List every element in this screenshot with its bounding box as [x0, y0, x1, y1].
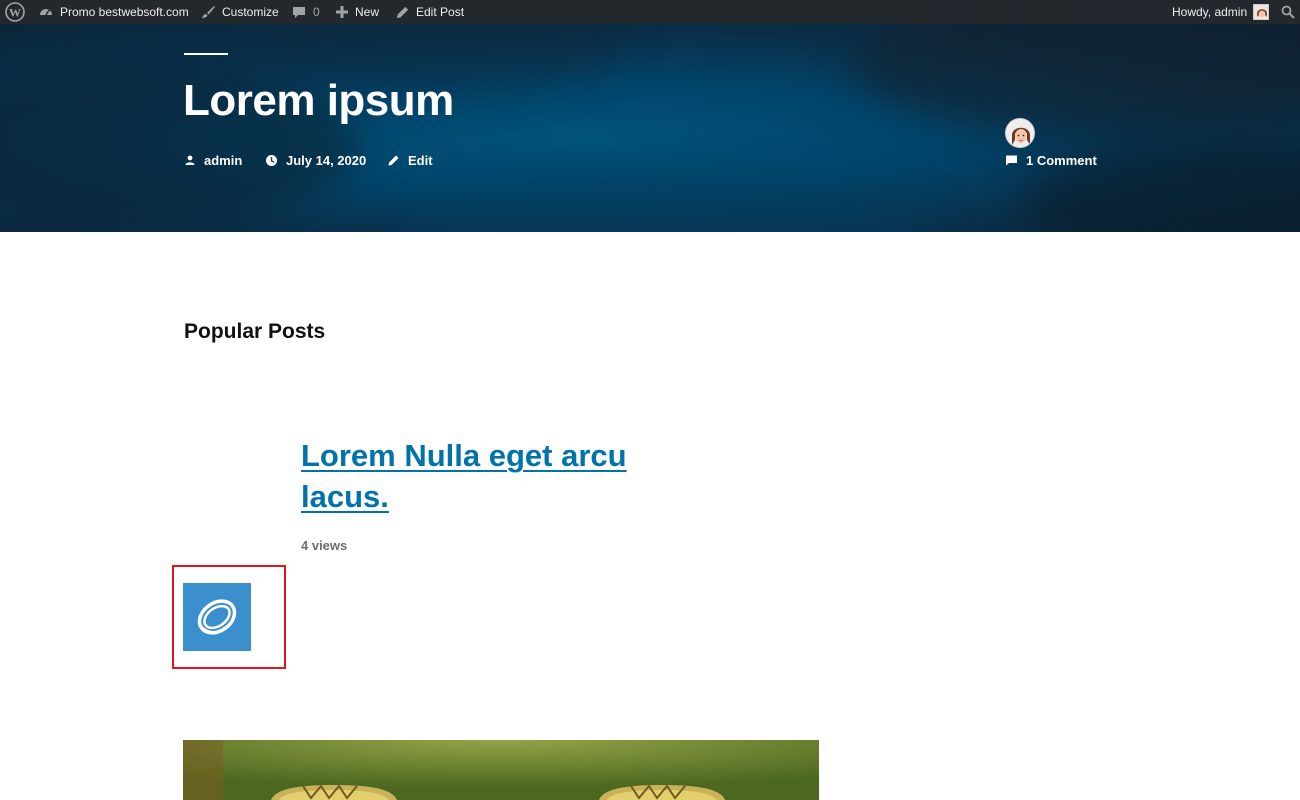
plus-icon — [335, 5, 349, 19]
featured-image — [183, 740, 819, 800]
clock-icon — [266, 154, 277, 166]
popular-post-views: 4 views — [301, 538, 348, 553]
title-rule — [184, 53, 228, 55]
admin-bar: W Promo bestwebsoft.com Customize 0 New … — [0, 0, 1300, 24]
customize-label: Customize — [222, 5, 279, 19]
comments-link[interactable]: 0 — [291, 0, 320, 24]
popular-posts-heading: Popular Posts — [184, 320, 326, 343]
bestwebsoft-logo-icon — [197, 599, 237, 635]
post-date[interactable]: July 14, 2020 — [265, 150, 366, 170]
site-name-link[interactable]: Promo bestwebsoft.com — [38, 0, 189, 24]
howdy-label: Howdy, admin — [1172, 5, 1248, 19]
customize-link[interactable]: Customize — [200, 0, 279, 24]
comment-icon — [1006, 155, 1017, 166]
comment-bubble-icon — [291, 4, 307, 20]
post-edit-link[interactable]: Edit — [387, 150, 433, 170]
wordpress-logo-icon[interactable]: W — [5, 0, 25, 24]
post-author[interactable]: admin — [184, 150, 242, 170]
edit-post-link[interactable]: Edit Post — [395, 0, 464, 24]
post-date-text: July 14, 2020 — [286, 152, 367, 168]
my-account-link[interactable]: Howdy, admin — [1172, 0, 1270, 24]
post-edit-label: Edit — [408, 152, 433, 168]
popular-post-title-link[interactable]: Lorem Nulla eget arcu lacus. — [301, 435, 721, 517]
paintbrush-icon — [200, 4, 216, 20]
dashboard-icon — [38, 4, 54, 20]
author-avatar — [1005, 118, 1035, 148]
pencil-icon — [388, 155, 399, 165]
pencil-icon — [395, 5, 410, 20]
admin-avatar-small — [1253, 4, 1270, 20]
post-comments-link[interactable]: 1 Comment — [1005, 150, 1097, 170]
person-icon — [185, 155, 195, 165]
new-content-link[interactable]: New — [335, 0, 379, 24]
svg-text:W: W — [9, 6, 21, 20]
post-header-cover: Lorem ipsum admin July 14, 2020 Edit 1 C… — [0, 24, 1300, 232]
post-thumbnail-logo[interactable] — [183, 583, 251, 651]
edit-post-label: Edit Post — [416, 5, 465, 19]
post-author-name: admin — [204, 152, 243, 168]
new-label: New — [355, 5, 380, 19]
post-comments-label: 1 Comment — [1026, 152, 1097, 168]
search-icon[interactable] — [1281, 0, 1295, 24]
site-name-label: Promo bestwebsoft.com — [60, 5, 189, 19]
post-title: Lorem ipsum — [183, 76, 454, 125]
comments-count: 0 — [313, 5, 320, 19]
